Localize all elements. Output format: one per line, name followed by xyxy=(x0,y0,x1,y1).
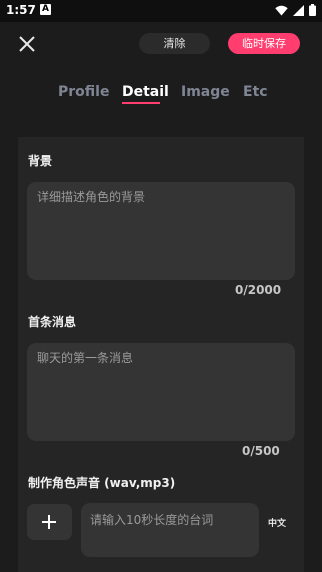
notification-icon: A xyxy=(40,4,51,15)
first-message-char-counter: 0/500 xyxy=(242,444,280,458)
language-selector[interactable]: 中文 xyxy=(268,516,286,529)
tab-active-indicator xyxy=(122,102,160,104)
voice-line-placeholder: 请输入10秒长度的台词 xyxy=(90,513,214,527)
first-message-input[interactable]: 聊天的第一条消息 xyxy=(27,343,295,441)
wifi-icon xyxy=(275,5,288,15)
tab-bar: Profile Detail Image Etc xyxy=(0,84,322,110)
first-message-label: 首条消息 xyxy=(28,315,77,329)
status-bar: 1:57 A xyxy=(0,0,322,22)
background-input[interactable]: 详细描述角色的背景 xyxy=(27,182,295,280)
status-icons xyxy=(275,4,316,16)
clear-button[interactable]: 清除 xyxy=(139,33,210,54)
tab-profile[interactable]: Profile xyxy=(58,84,109,100)
tab-image[interactable]: Image xyxy=(181,84,230,100)
voice-section-label: 制作角色声音 (wav,mp3) xyxy=(28,476,176,490)
background-placeholder: 详细描述角色的背景 xyxy=(37,190,146,204)
background-label: 背景 xyxy=(28,154,53,168)
close-button[interactable] xyxy=(17,34,37,54)
close-icon xyxy=(19,36,35,52)
tab-detail[interactable]: Detail xyxy=(122,84,169,100)
add-voice-button[interactable] xyxy=(27,504,72,540)
tab-etc[interactable]: Etc xyxy=(243,84,268,100)
temp-save-button[interactable]: 临时保存 xyxy=(228,33,300,54)
status-time: 1:57 xyxy=(6,3,36,17)
plus-icon xyxy=(42,515,56,529)
voice-line-input[interactable]: 请输入10秒长度的台词 xyxy=(81,503,259,557)
first-message-placeholder: 聊天的第一条消息 xyxy=(37,351,134,365)
background-char-counter: 0/2000 xyxy=(235,283,282,297)
signal-icon xyxy=(293,4,304,16)
top-bar: 清除 临时保存 xyxy=(0,22,322,66)
battery-icon xyxy=(309,4,316,16)
